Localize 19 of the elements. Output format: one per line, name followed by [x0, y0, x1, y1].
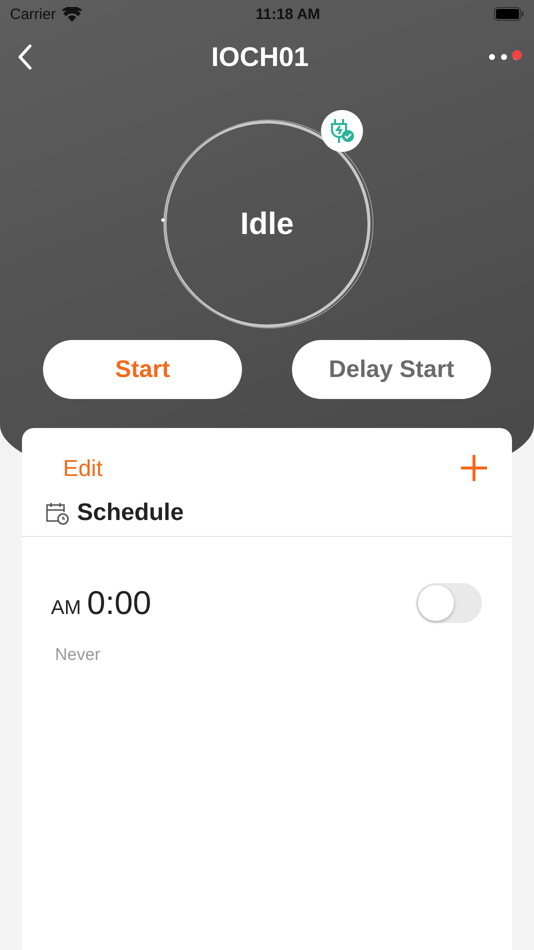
more-button[interactable] — [488, 52, 520, 62]
schedule-title: Schedule — [77, 499, 184, 527]
repeat-label: Never — [55, 645, 100, 665]
schedule-toggle[interactable] — [416, 583, 482, 623]
wifi-icon — [62, 6, 82, 22]
calendar-clock-icon — [45, 501, 69, 525]
schedule-time: 0:00 — [87, 584, 152, 622]
back-button[interactable] — [18, 44, 32, 70]
screen-title: IOCH01 — [211, 42, 309, 72]
carrier-label: Carrier — [10, 6, 56, 22]
delay-start-button[interactable]: Delay Start — [292, 340, 491, 399]
add-button[interactable] — [460, 454, 488, 482]
edit-button[interactable]: Edit — [63, 454, 103, 482]
status-time: 11:18 AM — [256, 6, 320, 22]
period-label: AM — [51, 597, 81, 620]
device-status: Idle — [240, 206, 294, 242]
plug-check-icon — [321, 110, 363, 152]
battery-icon — [494, 7, 524, 21]
start-button[interactable]: Start — [43, 340, 242, 399]
